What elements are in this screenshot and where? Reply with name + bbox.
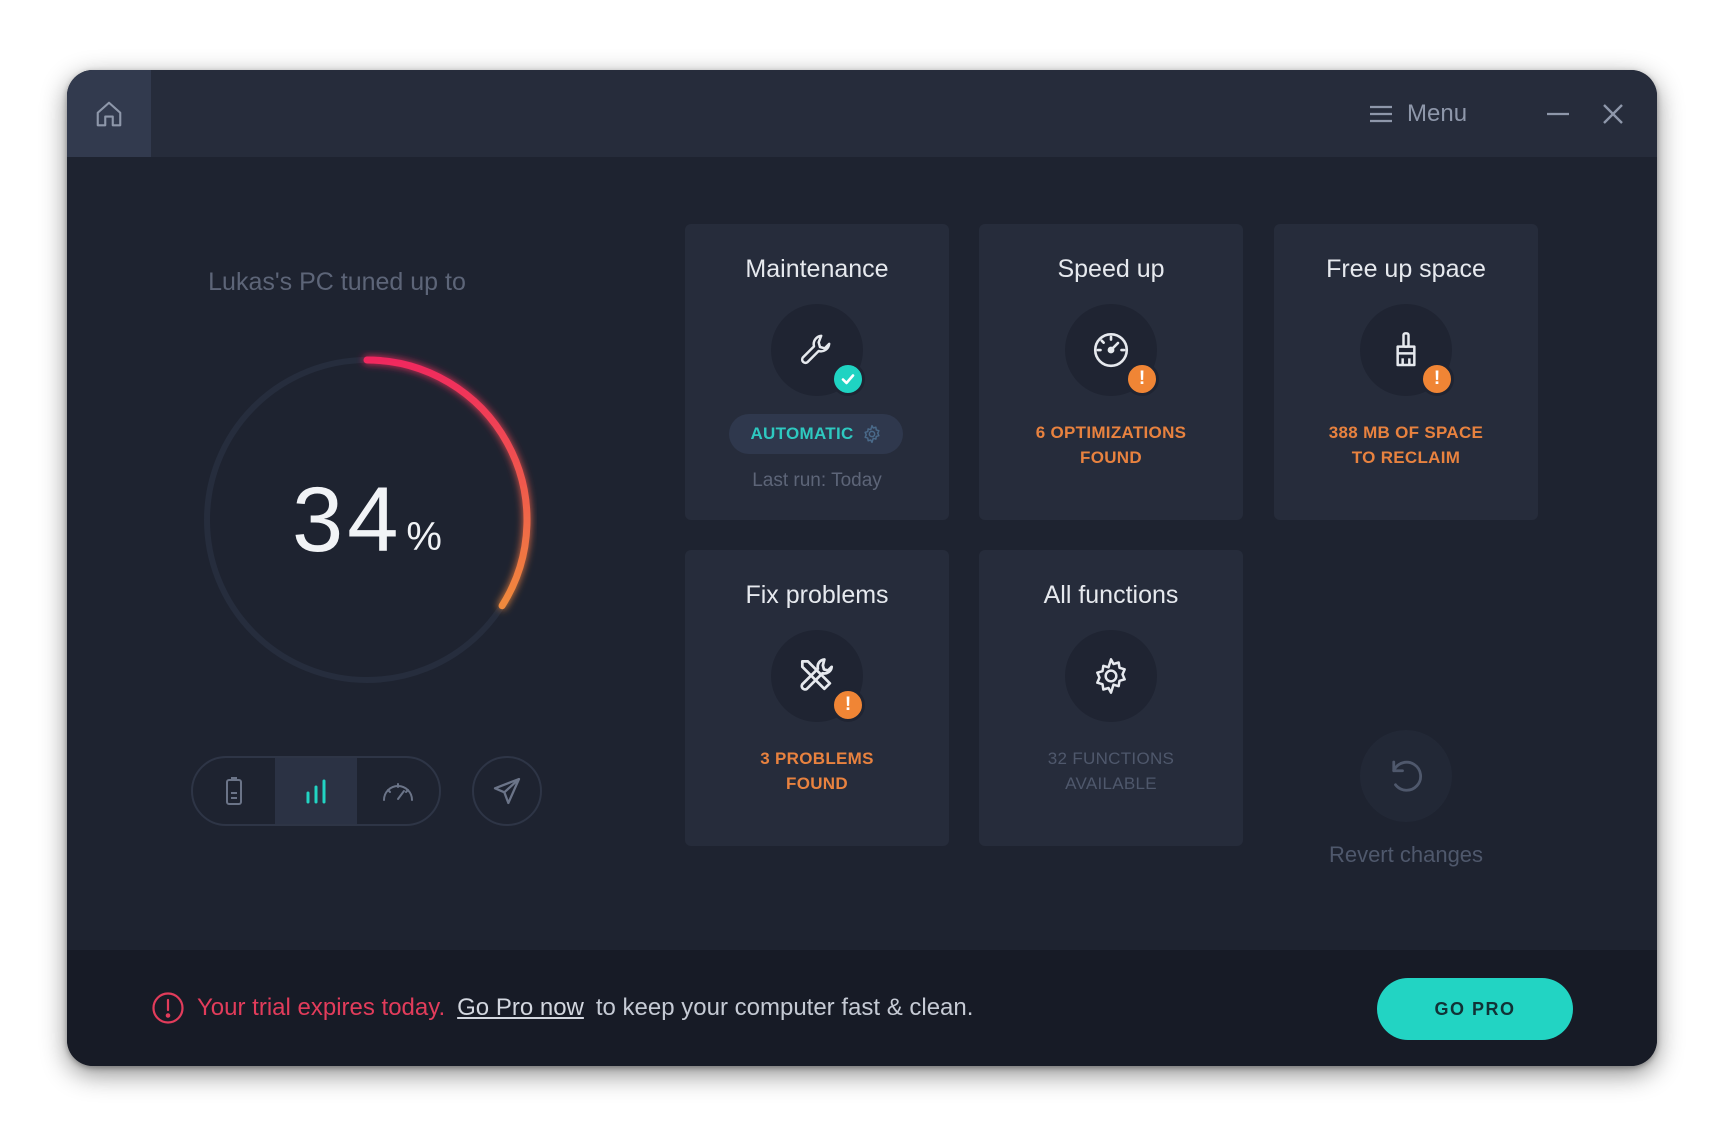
warning-badge: ! [1420, 362, 1454, 396]
gear-icon [863, 424, 880, 444]
title-bar: Menu [67, 70, 1657, 157]
tools-icon [800, 658, 834, 691]
standard-mode-button[interactable] [275, 758, 357, 824]
close-icon [1603, 104, 1623, 124]
maintenance-title: Maintenance [745, 255, 889, 283]
speed-up-status: 6 OPTIMIZATIONS FOUND [989, 420, 1233, 470]
speed-up-icon-circle: ! [1065, 304, 1159, 396]
economy-mode-button[interactable] [193, 758, 275, 824]
app-window: Menu Lukas's PC tuned up to 34 % Mainten… [67, 70, 1657, 1066]
fix-problems-title: Fix problems [745, 581, 889, 609]
fix-problems-icon-circle: ! [771, 630, 865, 722]
tuneup-headline: Lukas's PC tuned up to [208, 268, 466, 296]
speed-up-card[interactable]: Speed up ! 6 OPTIMIZATIONS FOUND [979, 224, 1243, 520]
airplane-mode-button[interactable] [472, 756, 542, 826]
free-up-space-title: Free up space [1326, 255, 1486, 283]
all-functions-status-line2: AVAILABLE [1065, 774, 1157, 793]
check-badge [831, 362, 865, 396]
speedometer-icon [383, 783, 413, 801]
speed-up-status-line1: 6 OPTIMIZATIONS [1035, 423, 1187, 442]
revert-changes-label: Revert changes [1328, 842, 1484, 867]
minimize-button[interactable] [1540, 96, 1576, 132]
free-up-space-status-line1: 388 MB OF SPACE [1328, 423, 1484, 442]
revert-changes-button[interactable]: Revert changes [1274, 650, 1538, 946]
fix-problems-card[interactable]: Fix problems ! 3 PROBLEMS FOUND [685, 550, 949, 846]
all-functions-icon-circle [1065, 630, 1157, 722]
minimize-icon [1547, 112, 1569, 116]
fix-problems-status-line1: 3 PROBLEMS [760, 749, 874, 768]
free-up-space-card[interactable]: Free up space ! 388 MB OF SPACE TO RECLA… [1274, 224, 1538, 520]
warning-badge: ! [831, 688, 865, 722]
all-functions-status: 32 FUNCTIONS AVAILABLE [989, 746, 1233, 796]
gauge-percent-value: 34 [292, 469, 403, 571]
hamburger-icon [1370, 105, 1392, 123]
bar-chart-icon [306, 779, 326, 804]
airplane-icon [493, 777, 521, 805]
all-functions-title: All functions [1043, 581, 1179, 609]
fix-problems-status-line2: FOUND [786, 774, 848, 793]
home-button[interactable] [67, 70, 151, 157]
fix-problems-status: 3 PROBLEMS FOUND [695, 746, 939, 796]
speedometer-icon [1093, 332, 1129, 368]
gauge-percent-unit: % [406, 514, 442, 559]
menu-button[interactable]: Menu [1369, 92, 1467, 136]
trial-rest-text: to keep your computer fast & clean. [595, 994, 974, 1021]
go-pro-button[interactable]: GO PRO [1377, 978, 1573, 1040]
last-run-text: Last run: Today [752, 470, 882, 491]
trial-expiry-text: Your trial expires today. [197, 994, 446, 1021]
trial-footer: Your trial expires today. Go Pro now to … [67, 950, 1657, 1066]
menu-label: Menu [1407, 100, 1468, 127]
free-up-space-icon-circle: ! [1360, 304, 1454, 396]
all-functions-card[interactable]: All functions 32 FUNCTIONS AVAILABLE [979, 550, 1243, 846]
undo-icon [1392, 760, 1422, 792]
home-icon [96, 101, 122, 126]
maintenance-card[interactable]: Maintenance AUTOMATIC Last run: Today [685, 224, 949, 520]
speed-up-status-line2: FOUND [1080, 448, 1142, 467]
warning-badge: ! [1125, 362, 1159, 396]
free-up-space-status-line2: TO RECLAIM [1351, 448, 1461, 467]
free-up-space-status: 388 MB OF SPACE TO RECLAIM [1284, 420, 1528, 470]
close-button[interactable] [1595, 96, 1631, 132]
automatic-label: AUTOMATIC [750, 424, 854, 443]
maintenance-icon-circle [771, 304, 865, 396]
turbo-mode-button[interactable] [357, 758, 439, 824]
battery-icon [226, 777, 242, 805]
broom-icon [1396, 332, 1416, 367]
all-functions-status-line1: 32 FUNCTIONS [1047, 749, 1175, 768]
trial-message: Your trial expires today. Go Pro now to … [151, 990, 973, 1026]
gauge-readout: 34 % [197, 350, 537, 690]
gear-icon [1096, 658, 1126, 694]
performance-mode-switch [191, 756, 441, 826]
wrench-icon [800, 334, 831, 365]
speed-up-title: Speed up [1057, 255, 1165, 283]
alert-circle-icon [152, 992, 184, 1024]
automatic-maintenance-toggle[interactable]: AUTOMATIC [729, 414, 903, 454]
check-icon [841, 374, 855, 385]
revert-icon-circle [1360, 730, 1452, 822]
go-pro-now-link[interactable]: Go Pro now [457, 994, 584, 1022]
